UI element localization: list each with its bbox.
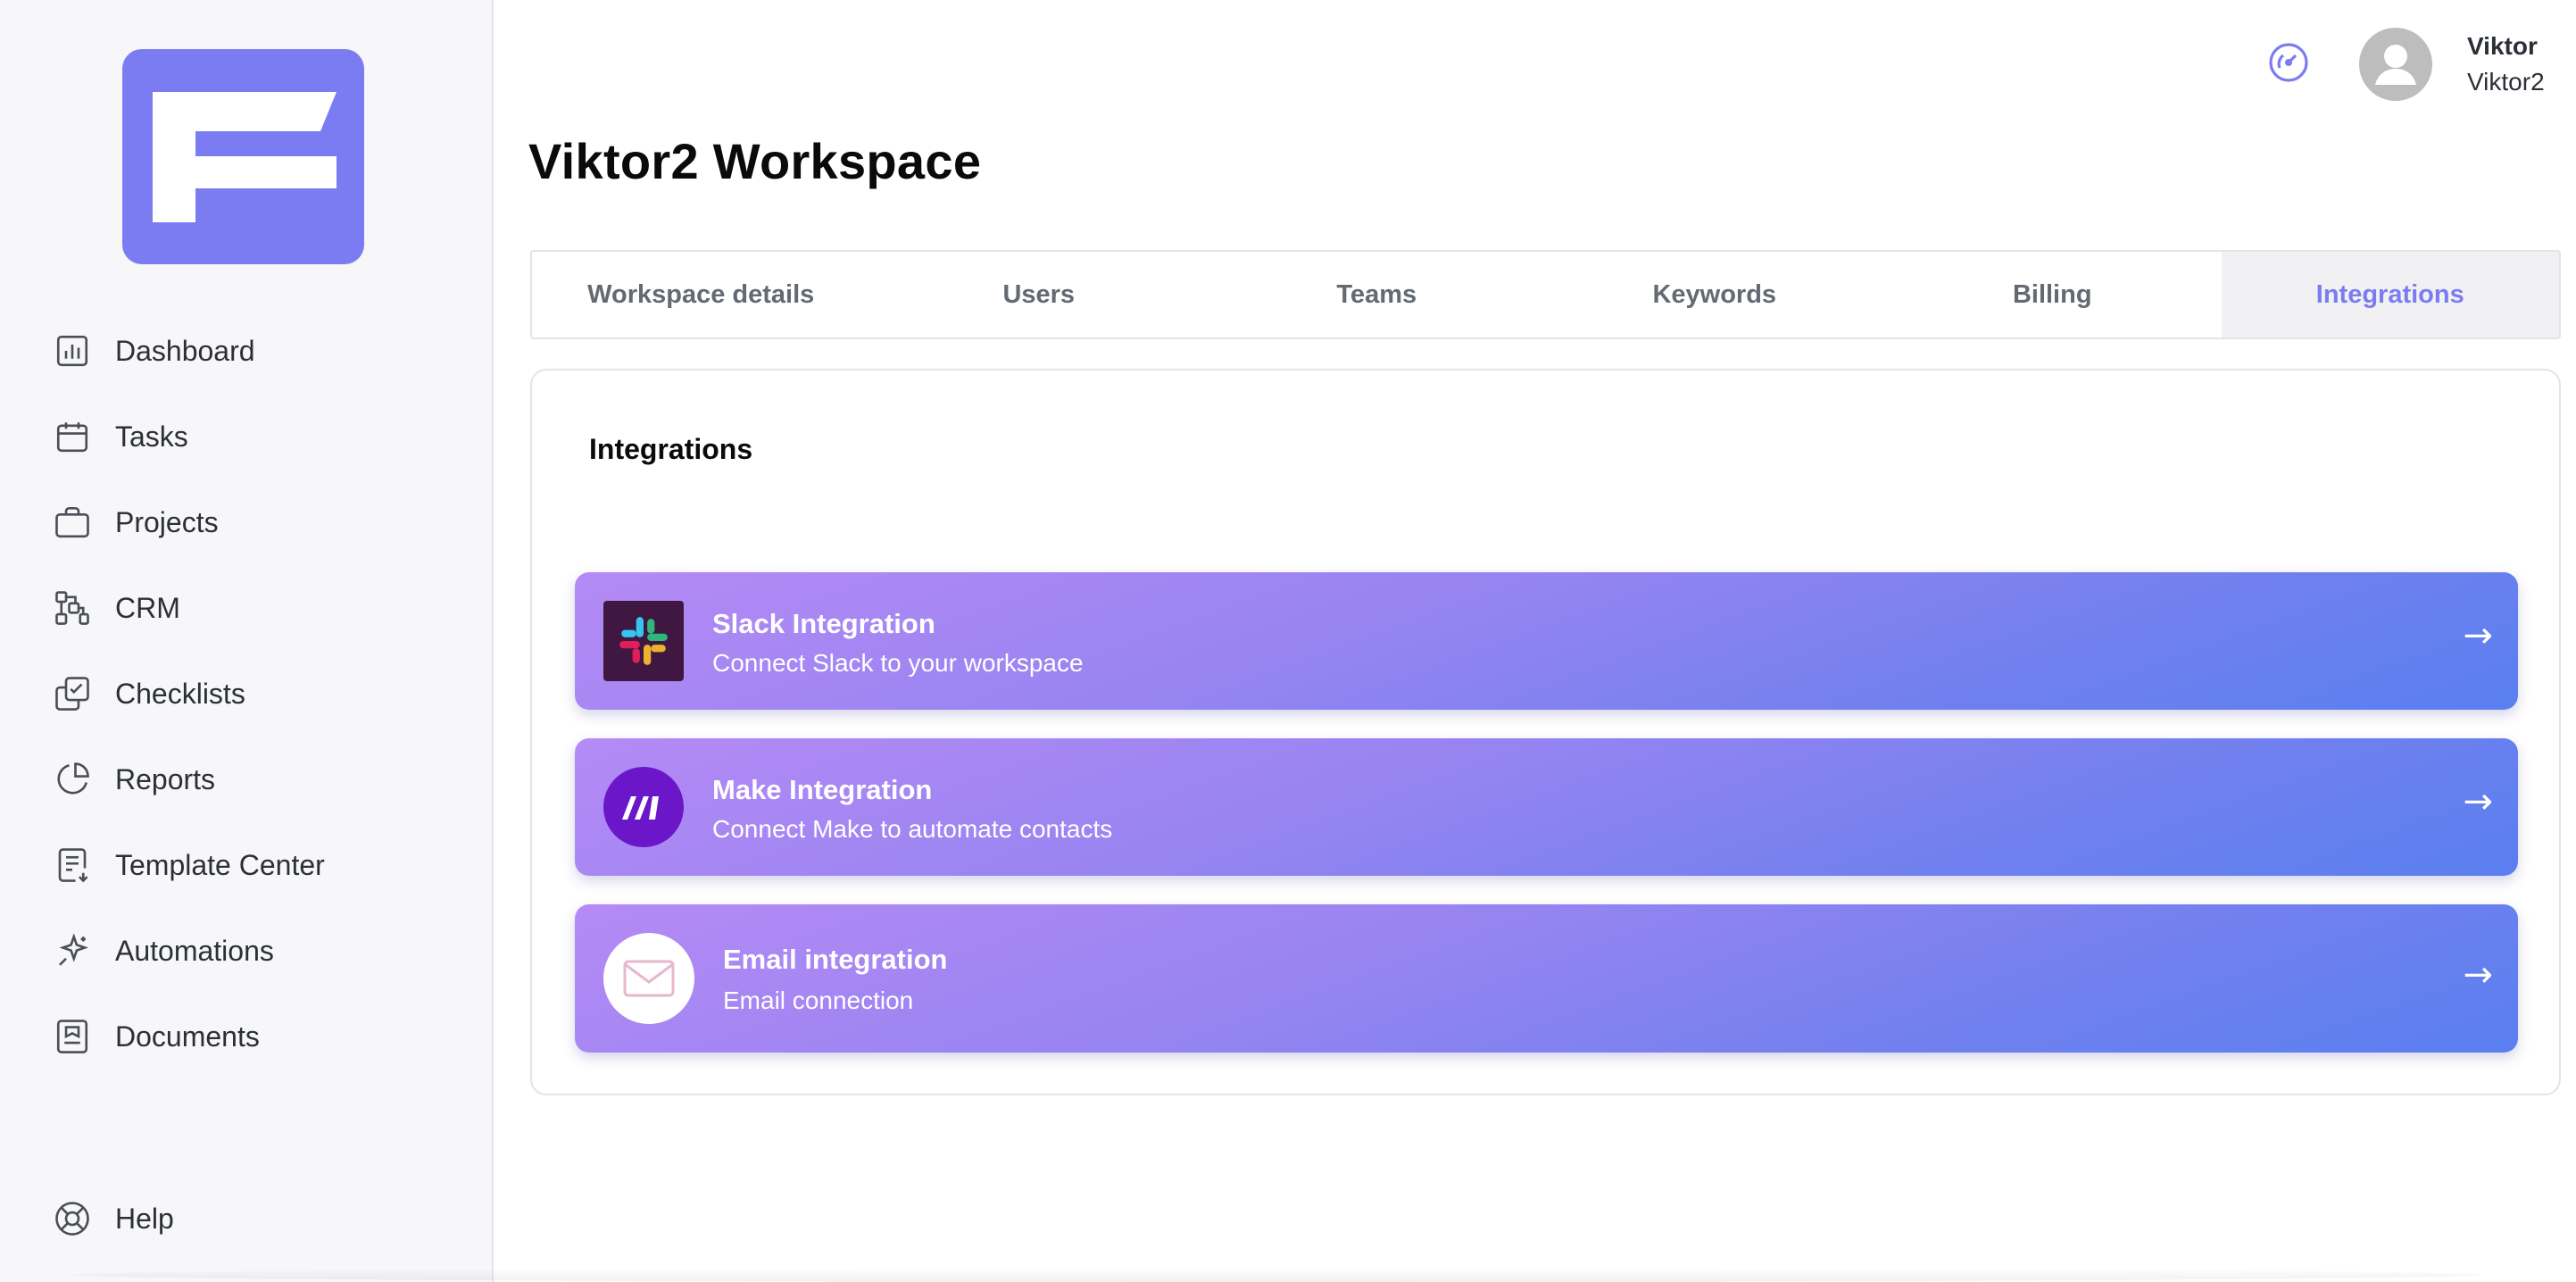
integration-subtitle: Connect Make to automate contacts [712, 815, 1113, 843]
arrow-right-icon: → [2463, 615, 2493, 656]
sidebar-item-label: Dashboard [115, 334, 255, 367]
email-icon [603, 933, 694, 1024]
integration-subtitle: Email connection [723, 986, 914, 1014]
sidebar-item-crm[interactable]: CRM [50, 565, 469, 651]
sidebar-item-reports[interactable]: Reports [50, 737, 469, 822]
sidebar-item-label: Template Center [115, 848, 325, 881]
tab-users[interactable]: Users [870, 252, 1209, 337]
integration-title: Make Integration [712, 774, 933, 805]
sidebar-item-documents[interactable]: Documents [50, 994, 469, 1079]
pie-chart-icon [50, 757, 95, 802]
sidebar-item-tasks[interactable]: Tasks [50, 394, 469, 479]
speedometer-icon[interactable] [2267, 41, 2310, 84]
lifebuoy-icon [50, 1196, 95, 1241]
template-icon [50, 843, 95, 887]
sidebar-item-label: Documents [115, 1020, 260, 1053]
tab-billing[interactable]: Billing [1883, 252, 2222, 337]
briefcase-icon [50, 500, 95, 545]
arrow-right-icon: → [2463, 954, 2493, 995]
sidebar-item-label: Reports [115, 762, 216, 795]
panel-title: Integrations [589, 433, 753, 465]
sidebar-item-label: CRM [115, 591, 180, 624]
sidebar-item-dashboard[interactable]: Dashboard [50, 308, 469, 394]
sidebar-item-template-center[interactable]: Template Center [50, 822, 469, 908]
tab-integrations[interactable]: Integrations [2221, 252, 2559, 337]
tab-workspace-details[interactable]: Workspace details [532, 252, 870, 337]
sidebar-item-label: Projects [115, 505, 219, 538]
make-icon [603, 767, 684, 847]
sidebar-item-label: Tasks [115, 420, 188, 453]
chart-icon [50, 329, 95, 373]
integrations-panel: Integrations Slack Integration Connect S… [530, 369, 2561, 1095]
tab-bar: Workspace details Users Teams Keywords B… [530, 250, 2561, 339]
integration-title: Email integration [723, 944, 948, 975]
user-icon [2375, 45, 2416, 85]
slack-icon [603, 601, 684, 681]
sidebar-item-automations[interactable]: Automations [50, 908, 469, 994]
integration-title: Slack Integration [712, 608, 935, 639]
document-icon [50, 1014, 95, 1059]
arrow-right-icon: → [2463, 781, 2493, 822]
sidebar: Dashboard Tasks Projects CRM Checklists [0, 0, 494, 1282]
slack-integration-card[interactable]: Slack Integration Connect Slack to your … [575, 572, 2518, 710]
integration-subtitle: Connect Slack to your workspace [712, 649, 1084, 677]
bottom-shadow [71, 1268, 2481, 1282]
sparkle-icon [50, 928, 95, 973]
sidebar-item-projects[interactable]: Projects [50, 479, 469, 565]
user-name[interactable]: Viktor [2467, 32, 2538, 61]
make-integration-card[interactable]: Make Integration Connect Make to automat… [575, 738, 2518, 876]
page-title: Viktor2 Workspace [528, 133, 982, 189]
avatar[interactable] [2359, 28, 2432, 101]
sidebar-item-help[interactable]: Help [50, 1176, 174, 1261]
sidebar-nav: Dashboard Tasks Projects CRM Checklists [50, 308, 469, 1079]
email-integration-card[interactable]: Email integration Email connection → [575, 904, 2518, 1053]
sidebar-item-label: Automations [115, 934, 274, 967]
crm-icon [50, 586, 95, 630]
tab-keywords[interactable]: Keywords [1546, 252, 1884, 337]
tab-teams[interactable]: Teams [1208, 252, 1546, 337]
logo-icon [153, 92, 337, 222]
sidebar-item-label: Checklists [115, 677, 245, 710]
checklist-icon [50, 671, 95, 716]
sidebar-item-checklists[interactable]: Checklists [50, 651, 469, 737]
calendar-icon [50, 414, 95, 459]
sidebar-item-label: Help [115, 1202, 174, 1235]
workspace-name: Viktor2 [2467, 68, 2545, 96]
app-logo[interactable] [122, 49, 364, 264]
